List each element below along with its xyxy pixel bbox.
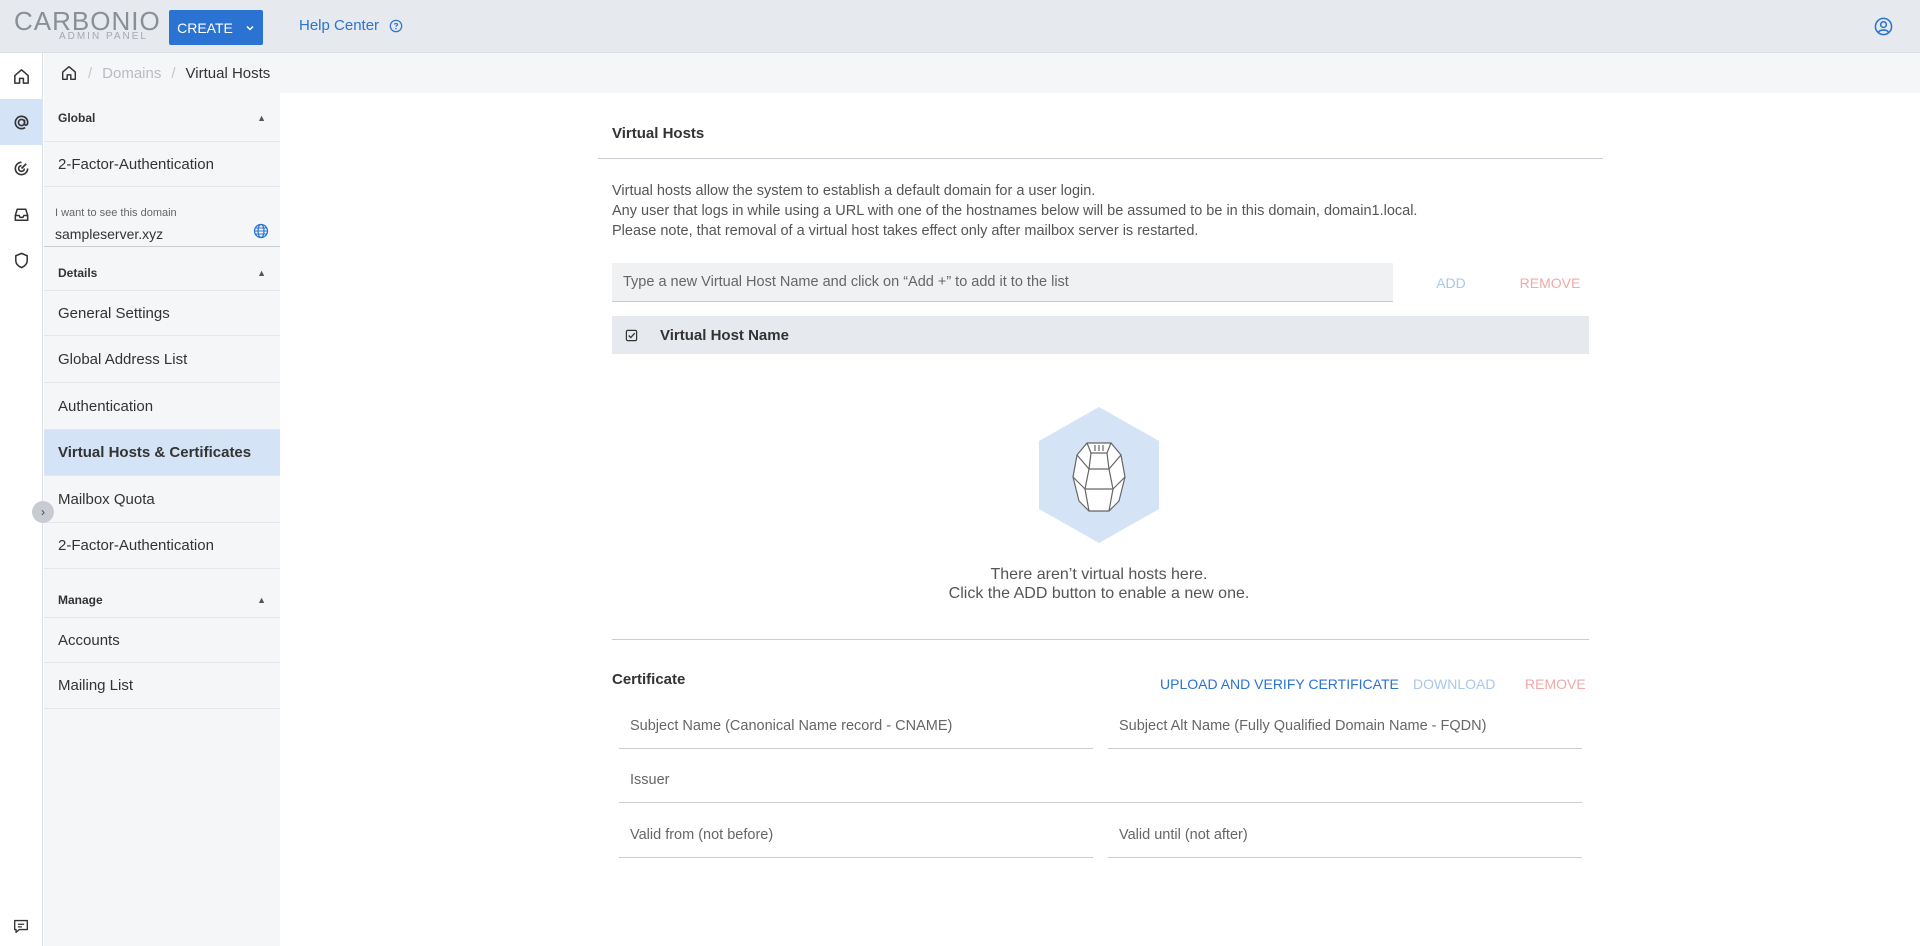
create-button-label: CREATE: [177, 19, 233, 36]
divider: [598, 158, 1603, 159]
help-circle-icon: [389, 19, 403, 32]
subject-alt-name-label: Subject Alt Name (Fully Qualified Domain…: [1119, 717, 1487, 734]
virtual-hosts-title: Virtual Hosts: [612, 125, 705, 142]
virtual-hosts-table-header: Virtual Host Name: [612, 316, 1589, 354]
rail-domains[interactable]: [0, 99, 43, 145]
check-square-icon[interactable]: [625, 329, 638, 342]
sidebar-item-label: General Settings: [58, 304, 170, 322]
icon-rail: [0, 53, 43, 946]
chat-icon[interactable]: [12, 917, 30, 935]
help-center-link[interactable]: Help Center: [299, 17, 403, 34]
top-bar: CARBONIO ADMIN PANEL CREATE Help Center: [0, 0, 1920, 53]
globe-icon[interactable]: [253, 223, 269, 239]
chevron-up-icon: ▲: [257, 595, 266, 605]
breadcrumb: / Domains / Virtual Hosts: [44, 53, 1920, 93]
remove-certificate-button[interactable]: REMOVE: [1525, 676, 1586, 692]
empty-state-line: Click the ADD button to enable a new one…: [948, 585, 1250, 602]
valid-until-label: Valid until (not after): [1119, 826, 1248, 843]
sidebar-item-label: 2-Factor-Authentication: [58, 155, 214, 173]
sidebar-item-label: Authentication: [58, 398, 154, 415]
carbonio-logo[interactable]: CARBONIO ADMIN PANEL: [14, 8, 160, 42]
empty-state-illustration: [1039, 407, 1159, 543]
home-icon[interactable]: [60, 64, 78, 82]
at-icon: [14, 115, 29, 129]
shield-icon: [15, 252, 28, 268]
rail-home[interactable]: [0, 53, 43, 99]
valid-from-label: Valid from (not before): [630, 826, 774, 843]
sidebar-item-label: Virtual Hosts & Certificates: [58, 444, 252, 461]
breadcrumb-current: Virtual Hosts: [185, 64, 271, 82]
subject-name-label: Subject Name (Canonical Name record - CN…: [630, 717, 953, 734]
domain-selector-label: I want to see this domain: [55, 207, 177, 219]
issuer-field[interactable]: Issuer: [619, 757, 1582, 803]
gauge-icon: [14, 161, 29, 175]
breadcrumb-separator: /: [88, 64, 93, 82]
empty-state-line: There aren’t virtual hosts here.: [990, 566, 1208, 583]
certificate-title: Certificate: [612, 671, 686, 688]
section-global-label: Global: [58, 111, 96, 125]
sidebar-item-global-address-list[interactable]: Global Address List: [44, 337, 280, 383]
breadcrumb-domains[interactable]: Domains: [102, 65, 161, 82]
sidebar-item-general-settings[interactable]: General Settings: [44, 290, 280, 336]
sidebar-item-label: Accounts: [58, 631, 120, 649]
domain-sidebar: Global ▲ 2-Factor-Authentication I want …: [44, 93, 280, 946]
user-circle-icon[interactable]: [1874, 17, 1893, 36]
logo-sub-text: ADMIN PANEL: [58, 31, 148, 42]
virtual-hosts-description: Virtual hosts allow the system to establ…: [612, 181, 1417, 241]
sidebar-item-label: Mailing List: [58, 677, 134, 694]
sidebar-item-authentication[interactable]: Authentication: [44, 384, 280, 430]
subject-name-field[interactable]: Subject Name (Canonical Name record - CN…: [619, 703, 1093, 749]
remove-virtual-host-button[interactable]: REMOVE: [1502, 271, 1598, 295]
home-icon: [14, 68, 29, 84]
add-virtual-host-button[interactable]: ADD: [1411, 271, 1491, 295]
description-line: Virtual hosts allow the system to establ…: [612, 183, 1096, 199]
divider: [612, 639, 1589, 640]
chevron-up-icon: ▲: [257, 268, 266, 278]
section-manage-label: Manage: [58, 593, 103, 607]
rail-monitoring[interactable]: [0, 145, 43, 191]
sidebar-item-mailing-list[interactable]: Mailing List: [44, 663, 280, 709]
virtual-host-input[interactable]: [612, 263, 1393, 302]
chevron-down-icon: [246, 25, 254, 31]
rail-storage[interactable]: [0, 191, 43, 237]
sidebar-item-mailbox-quota[interactable]: Mailbox Quota: [44, 477, 280, 523]
create-button[interactable]: CREATE: [169, 10, 263, 45]
sidebar-item-virtual-hosts[interactable]: Virtual Hosts & Certificates: [44, 430, 280, 476]
column-header-virtual-host-name[interactable]: Virtual Host Name: [660, 327, 789, 344]
valid-until-field[interactable]: Valid until (not after): [1108, 812, 1582, 858]
subject-alt-name-field[interactable]: Subject Alt Name (Fully Qualified Domain…: [1108, 703, 1582, 749]
inbox-icon: [14, 208, 29, 221]
sidebar-item-label: Global Address List: [58, 351, 188, 368]
sidebar-item-details-2fa[interactable]: 2-Factor-Authentication: [44, 523, 280, 569]
download-certificate-button[interactable]: DOWNLOAD: [1413, 676, 1495, 692]
domain-selector[interactable]: I want to see this domain sampleserver.x…: [44, 197, 280, 247]
section-global[interactable]: Global ▲: [44, 95, 280, 141]
sidebar-item-global-2fa[interactable]: 2-Factor-Authentication: [44, 141, 280, 187]
help-center-label: Help Center: [299, 17, 380, 34]
empty-state-message: There aren’t virtual hosts here. Click t…: [898, 565, 1300, 603]
valid-from-field[interactable]: Valid from (not before): [619, 812, 1093, 858]
sidebar-item-label: Mailbox Quota: [58, 491, 155, 508]
rail-security[interactable]: [0, 237, 43, 283]
section-details-label: Details: [58, 266, 98, 280]
description-line: Any user that logs in while using a URL …: [612, 203, 1418, 219]
description-line: Please note, that removal of a virtual h…: [612, 223, 1199, 239]
sidebar-item-label: 2-Factor-Authentication: [58, 537, 214, 554]
upload-certificate-button[interactable]: UPLOAD AND VERIFY CERTIFICATE: [1160, 676, 1399, 692]
issuer-label: Issuer: [630, 771, 670, 788]
domain-selector-value: sampleserver.xyz: [55, 226, 164, 242]
sidebar-collapse-toggle[interactable]: ›: [32, 501, 54, 523]
chevron-up-icon: ▲: [257, 113, 266, 123]
breadcrumb-separator: /: [171, 64, 176, 82]
sidebar-item-accounts[interactable]: Accounts: [44, 617, 280, 663]
chevron-right-icon: ›: [41, 505, 45, 519]
main-content: Virtual Hosts Virtual hosts allow the sy…: [280, 93, 1920, 946]
